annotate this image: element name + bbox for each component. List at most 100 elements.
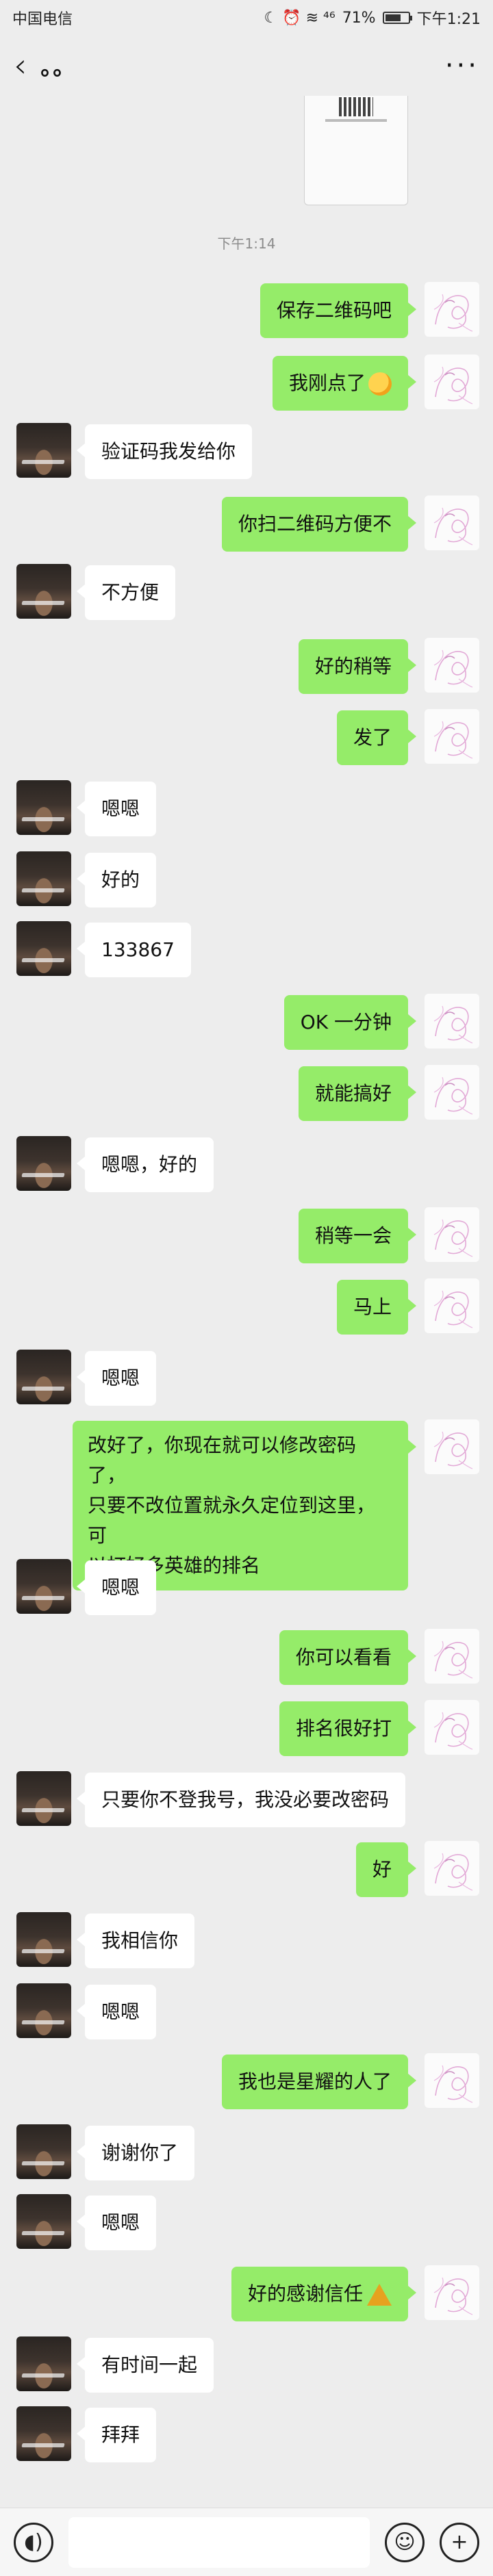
message-row-sent: 马上 [0,1278,493,1336]
message-text: 好的感谢信任 [247,2282,363,2305]
message-bubble[interactable]: 只要你不登我号，我没必要改密码 [76,1773,406,1827]
avatar-sketch [433,2065,473,2103]
more-horizontal-icon[interactable]: ··· [445,52,479,79]
message-row-sent: 稍等一会 [0,1207,493,1265]
avatar[interactable] [425,1700,479,1755]
message-bubble[interactable]: 好的稍等 [298,639,417,694]
avatar[interactable] [16,1771,71,1826]
avatar[interactable] [16,1350,71,1404]
avatar[interactable] [425,495,479,550]
message-bubble[interactable]: 嗯嗯 [76,1985,157,2039]
message-bubble[interactable]: 好 [355,1842,417,1897]
message-row-sent: 排名很好打 [0,1700,493,1757]
avatar[interactable] [425,2265,479,2320]
message-text: 有时间一起 [101,2354,198,2376]
message-text: 我也是星耀的人了 [238,2070,392,2093]
message-bubble[interactable]: 你可以看看 [279,1630,417,1685]
message-bubble[interactable]: 就能搞好 [298,1066,417,1121]
avatar[interactable] [16,1136,71,1191]
avatar[interactable] [16,780,71,835]
avatar-sketch [433,294,473,332]
message-bubble[interactable]: 马上 [336,1280,417,1335]
message-bubble[interactable]: 你扫二维码方便不 [221,497,417,552]
avatar[interactable] [16,2194,71,2249]
message-row-received: 嗯嗯 [0,780,493,838]
message-bubble[interactable]: 谢谢你了 [76,2126,195,2180]
message-text: 只要你不登我号，我没必要改密码 [101,1788,390,1811]
avatar[interactable] [425,2053,479,2108]
qr-code-image [339,97,373,116]
message-row-received: 不方便 [0,564,493,621]
avatar[interactable] [425,1207,479,1262]
avatar[interactable] [425,282,479,337]
image-message[interactable] [304,96,408,205]
avatar[interactable] [16,2406,71,2461]
avatar[interactable] [425,1419,479,1474]
message-text: 保存二维码吧 [276,299,392,322]
avatar[interactable] [425,1065,479,1120]
message-bubble[interactable]: 嗯嗯 [76,1351,157,1406]
message-row-sent: 改好了，你现在就可以修改密码了， 只要不改位置就永久定位到这里，可 以打好多英雄的排… [0,1419,493,1590]
message-bubble[interactable]: 嗯嗯，好的 [76,1137,214,1192]
message-text: 不方便 [101,581,160,604]
message-bubble[interactable]: 嗯嗯 [76,1560,157,1615]
carrier-label: 中国电信 [12,11,73,28]
avatar[interactable] [425,638,479,693]
message-bubble[interactable]: 不方便 [76,565,176,620]
message-bubble[interactable]: 有时间一起 [76,2338,214,2393]
chevron-left-icon[interactable]: ‹ [14,49,27,82]
message-bubble[interactable]: 保存二维码吧 [260,283,417,338]
chat-title: 。。 [40,54,77,80]
avatar[interactable] [16,423,71,478]
message-text: 好的稍等 [314,655,392,678]
message-bubble[interactable]: 拜拜 [76,2408,157,2462]
message-bubble[interactable]: 稍等一会 [298,1209,417,1263]
avatar[interactable] [16,2124,71,2179]
message-text: 你可以看看 [295,1646,392,1669]
avatar[interactable] [425,1629,479,1684]
message-text: 嗯嗯 [101,1367,140,1389]
message-bubble[interactable]: 我刚点了 [272,356,417,411]
avatar[interactable] [16,1983,71,2038]
avatar[interactable] [16,1912,71,1967]
avatar[interactable] [16,1559,71,1614]
emoji-smile-icon[interactable]: ☺ [385,2522,425,2562]
message-text-line: 改好了，你现在就可以修改密码了， [88,1434,357,1486]
message-bubble[interactable]: 133867 [77,923,191,977]
avatar[interactable] [425,355,479,409]
message-row-sent: 好的稍等 [0,638,493,695]
message-bubble[interactable]: 发了 [336,710,417,765]
avatar[interactable] [425,1278,479,1333]
voice-icon[interactable]: ◖) [14,2522,53,2562]
message-text: 嗯嗯 [101,1576,140,1599]
avatar-sketch [433,1290,473,1328]
message-input[interactable] [68,2516,370,2568]
avatar[interactable] [16,2336,71,2391]
message-bubble[interactable]: 好的感谢信任 [231,2267,417,2321]
message-bubble[interactable]: 我也是星耀的人了 [221,2055,417,2109]
message-bubble[interactable]: 嗯嗯 [76,2195,157,2250]
avatar[interactable] [16,921,71,976]
message-row-received: 嗯嗯，好的 [0,1136,493,1194]
message-text: 排名很好打 [295,1717,392,1740]
message-row-received: 嗯嗯 [0,1350,493,1407]
avatar[interactable] [425,709,479,764]
message-row-sent: 我刚点了 [0,355,493,412]
avatar[interactable] [425,1841,479,1896]
avatar[interactable] [16,564,71,619]
avatar-sketch [433,1005,473,1044]
message-bubble[interactable]: 嗯嗯 [76,782,157,836]
message-row-received: 我相信你 [0,1912,493,1970]
tent-emoji [367,2284,392,2306]
message-text: 我刚点了 [288,372,366,394]
plus-icon[interactable]: + [440,2522,479,2562]
message-bubble[interactable]: 验证码我发给你 [76,424,253,479]
message-text: 稍等一会 [314,1224,392,1247]
avatar[interactable] [425,994,479,1048]
message-row-sent: 就能搞好 [0,1065,493,1122]
message-bubble[interactable]: 我相信你 [76,1914,195,1968]
message-bubble[interactable]: 好的 [76,853,157,907]
message-bubble[interactable]: OK 一分钟 [283,995,417,1050]
avatar[interactable] [16,851,71,906]
message-bubble[interactable]: 排名很好打 [279,1701,417,1756]
